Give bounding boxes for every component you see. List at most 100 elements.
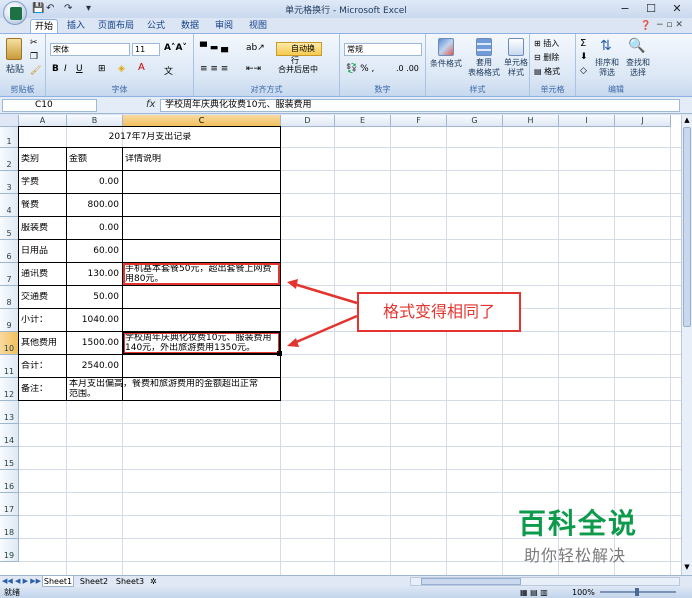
row-header-13[interactable]: 13 (0, 401, 19, 424)
header-amount-cell[interactable]: 金额 (69, 154, 122, 165)
sheet-tab-1[interactable]: Sheet1 (42, 576, 74, 587)
row-header-7[interactable]: 7 (0, 263, 19, 286)
row-header-1[interactable]: 1 (0, 127, 19, 148)
header-detail-cell[interactable]: 详情说明 (125, 154, 280, 165)
paste-button[interactable]: 粘贴 (2, 62, 28, 75)
ribbon-window-controls-icon[interactable]: − ▫ ✕ (656, 20, 683, 30)
scroll-up-icon[interactable]: ▲ (683, 116, 691, 126)
wrap-text-button[interactable]: 自动换行 (276, 42, 322, 65)
phonetic-icon[interactable]: 文 (164, 64, 173, 77)
tab-formulas[interactable]: 公式 (142, 19, 170, 34)
column-header-d[interactable]: D (281, 115, 335, 127)
active-cell-c10[interactable] (122, 331, 281, 355)
grow-font-icon[interactable]: A˄A˅ (164, 43, 187, 53)
sheet-tab-3[interactable]: Sheet3 (114, 576, 146, 587)
clear-icon[interactable]: ◇ (580, 66, 587, 76)
sheet-tab-2[interactable]: Sheet2 (78, 576, 110, 587)
vertical-scrollbar[interactable]: ▲ ▼ (681, 115, 692, 575)
amount-cell[interactable]: 2540.00 (67, 361, 119, 372)
category-cell[interactable]: 服装费 (21, 223, 66, 234)
row-header-3[interactable]: 3 (0, 171, 19, 194)
cell-style-button[interactable]: 单元格 样式 (502, 58, 530, 78)
copy-icon[interactable]: ❐ (30, 52, 38, 62)
column-header-h[interactable]: H (503, 115, 559, 127)
row-header-17[interactable]: 17 (0, 493, 19, 516)
tab-view[interactable]: 视图 (244, 19, 272, 34)
amount-cell[interactable]: 1040.00 (67, 315, 119, 326)
category-cell[interactable]: 日用品 (21, 246, 66, 257)
zoom-slider[interactable] (600, 588, 676, 596)
category-cell[interactable]: 交通费 (21, 292, 66, 303)
category-cell[interactable]: 合计： (21, 361, 66, 372)
column-header-i[interactable]: I (559, 115, 615, 127)
amount-cell[interactable]: 800.00 (67, 200, 120, 211)
font-name-combo[interactable]: 宋体 (50, 43, 130, 56)
undo-icon[interactable]: ↶ (46, 3, 54, 14)
note-label-cell[interactable]: 备注： (21, 384, 66, 395)
row-header-4[interactable]: 4 (0, 194, 19, 217)
help-icon[interactable]: ❓ (640, 21, 651, 31)
accounting-format-icon[interactable]: 💱 % , (346, 64, 374, 74)
insert-sheet-icon[interactable]: ✲ (150, 576, 157, 587)
column-header-g[interactable]: G (447, 115, 503, 127)
fx-icon[interactable]: fx (146, 99, 155, 110)
note-text-line2[interactable]: 范围。 (69, 389, 279, 400)
amount-cell[interactable]: 0.00 (67, 223, 119, 234)
redo-icon[interactable]: ↷ (64, 3, 72, 14)
conditional-format-button[interactable]: 条件格式 (426, 58, 466, 69)
header-category-cell[interactable]: 类别 (21, 154, 66, 165)
row-header-15[interactable]: 15 (0, 447, 19, 470)
scroll-down-icon[interactable]: ▼ (683, 563, 691, 573)
row-header-9[interactable]: 9 (0, 309, 19, 332)
zoom-level[interactable]: 100% (572, 587, 595, 598)
tab-insert[interactable]: 插入 (62, 19, 90, 34)
find-select-button[interactable]: 查找和 选择 (622, 58, 654, 78)
view-buttons-icon[interactable]: ▦ ▤ ▥ (520, 587, 548, 598)
row-header-11[interactable]: 11 (0, 355, 19, 378)
fill-handle[interactable] (277, 351, 282, 356)
font-size-combo[interactable]: 11 (132, 43, 160, 56)
decimal-icon[interactable]: .0 .00 (396, 64, 419, 73)
row-header-6[interactable]: 6 (0, 240, 19, 263)
orientation-icon[interactable]: ab↗ (246, 43, 265, 53)
row-header-5[interactable]: 5 (0, 217, 19, 240)
category-cell[interactable]: 餐费 (21, 200, 66, 211)
horizontal-scrollbar[interactable] (410, 577, 680, 586)
category-cell[interactable]: 小计： (21, 315, 66, 326)
paste-icon[interactable] (6, 38, 22, 60)
underline-icon[interactable]: U (76, 64, 83, 74)
tab-page-layout[interactable]: 页面布局 (96, 19, 136, 34)
horizontal-scroll-thumb[interactable] (421, 578, 521, 585)
format-painter-icon[interactable]: 🖌 (30, 66, 41, 76)
minimize-icon[interactable]: − (614, 1, 636, 16)
bold-icon[interactable]: B (52, 64, 59, 74)
category-cell[interactable]: 其他费用 (21, 338, 66, 349)
tab-review[interactable]: 审阅 (210, 19, 238, 34)
cut-icon[interactable]: ✂ (30, 38, 38, 48)
align-top-icon[interactable]: ▀ ▬ ▄ (200, 43, 228, 53)
table-format-button[interactable]: 套用 表格格式 (462, 58, 506, 78)
column-header-f[interactable]: F (391, 115, 447, 127)
save-icon[interactable]: 💾 (32, 3, 44, 14)
indent-icon[interactable]: ⇤⇥ (246, 64, 261, 74)
row-header-8[interactable]: 8 (0, 286, 19, 309)
number-format-combo[interactable]: 常规 (344, 43, 422, 56)
amount-cell[interactable]: 1500.00 (67, 338, 119, 349)
fill-icon[interactable]: ⬇ (580, 52, 588, 62)
row-header-16[interactable]: 16 (0, 470, 19, 493)
scroll-thumb[interactable] (683, 127, 691, 327)
qat-menu-icon[interactable]: ▾ (86, 3, 91, 14)
column-header-j[interactable]: J (615, 115, 671, 127)
sort-filter-icon[interactable]: ⇅ (600, 38, 612, 54)
row-header-14[interactable]: 14 (0, 424, 19, 447)
row-header-2[interactable]: 2 (0, 148, 19, 171)
column-header-e[interactable]: E (335, 115, 391, 127)
amount-cell[interactable]: 130.00 (67, 269, 120, 280)
sort-filter-button[interactable]: 排序和 筛选 (592, 58, 622, 78)
amount-cell[interactable]: 0.00 (67, 177, 119, 188)
fill-color-icon[interactable]: ◈ (118, 64, 125, 74)
category-cell[interactable]: 学费 (21, 177, 66, 188)
row-header-18[interactable]: 18 (0, 516, 19, 539)
name-box[interactable]: C10 (2, 99, 97, 112)
row-header-10[interactable]: 10 (0, 332, 19, 355)
